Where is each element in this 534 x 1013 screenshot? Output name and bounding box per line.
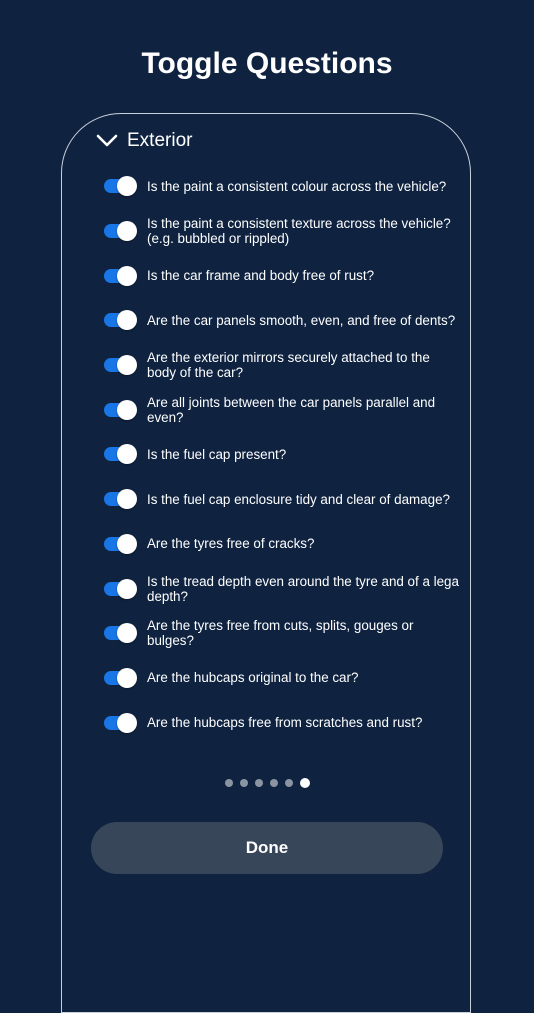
question-text-line2: body of the car? xyxy=(147,365,244,381)
done-button[interactable]: Done xyxy=(91,822,443,874)
question-item: Are the hubcaps free from scratches and … xyxy=(104,700,449,745)
question-item: Are the tyres free of cracks? xyxy=(104,522,449,567)
page-indicator xyxy=(0,778,534,788)
question-text: Are the hubcaps free from scratches and … xyxy=(147,715,422,730)
question-item: Are the tyres free from cuts, splits, go… xyxy=(104,611,449,656)
question-text-line1: Is the paint a consistent colour across … xyxy=(147,178,447,194)
toggle-knob xyxy=(117,310,137,331)
question-text: Is the paint a consistent texture across… xyxy=(147,216,451,246)
question-text-line1: Is the tread depth even around the tyre … xyxy=(147,573,459,589)
question-text-line2: depth? xyxy=(147,588,188,604)
page-dot[interactable] xyxy=(284,779,293,787)
toggle-knob xyxy=(117,623,137,644)
question-text-line2: bulges? xyxy=(147,633,194,649)
toggle-knob xyxy=(117,444,137,465)
question-item: Is the fuel cap enclosure tidy and clear… xyxy=(104,477,450,522)
toggle-knob xyxy=(117,265,137,286)
page-title: Toggle Questions xyxy=(141,47,393,80)
question-text-line1: Are the hubcaps original to the car? xyxy=(147,670,359,686)
question-toggle[interactable] xyxy=(104,355,137,376)
question-toggle[interactable] xyxy=(104,310,137,331)
page-dot[interactable] xyxy=(239,779,248,787)
question-text-line1: Are the tyres free from cuts, splits, go… xyxy=(147,618,414,634)
question-toggle[interactable] xyxy=(104,265,137,286)
question-text: Is the tread depth even around the tyre … xyxy=(147,574,459,604)
toggle-knob xyxy=(117,712,137,733)
chevron-down-icon xyxy=(96,130,118,152)
page-dot[interactable] xyxy=(224,779,233,787)
question-item: Are the hubcaps original to the car? xyxy=(104,656,449,701)
question-text: Are all joints between the car panels pa… xyxy=(147,395,435,425)
question-list: Is the paint a consistent colour across … xyxy=(104,164,459,745)
toggle-knob xyxy=(117,399,137,420)
question-toggle[interactable] xyxy=(104,533,137,554)
question-toggle[interactable] xyxy=(104,667,137,688)
page-dot-active[interactable] xyxy=(299,778,310,788)
question-text-line2: (e.g. bubbled or rippled) xyxy=(147,231,290,247)
question-text: Is the paint a consistent colour across … xyxy=(147,179,446,194)
toggle-knob xyxy=(117,578,137,599)
section-title: Exterior xyxy=(127,130,193,151)
question-item: Are the car panels smooth, even, and fre… xyxy=(104,298,455,343)
question-text-line1: Is the fuel cap present? xyxy=(147,446,287,462)
toggle-knob xyxy=(117,355,137,376)
toggle-knob xyxy=(117,221,137,242)
question-text-line1: Is the fuel cap enclosure tidy and clear… xyxy=(147,491,450,507)
toggle-knob xyxy=(117,489,137,510)
question-text-line1: Are the tyres free of cracks? xyxy=(147,536,315,552)
question-toggle[interactable] xyxy=(104,578,137,599)
toggle-knob xyxy=(117,667,137,688)
question-toggle[interactable] xyxy=(104,489,137,510)
question-item: Is the fuel cap present? xyxy=(104,432,449,477)
question-text: Are the tyres free from cuts, splits, go… xyxy=(147,618,413,648)
question-text-line1: Are the hubcaps free from scratches and … xyxy=(147,715,423,731)
question-toggle[interactable] xyxy=(104,623,137,644)
question-text-line1: Are the exterior mirrors securely attach… xyxy=(147,350,430,366)
question-text-line2: even? xyxy=(147,409,184,425)
question-item: Is the tread depth even around the tyre … xyxy=(104,566,459,611)
question-text: Is the car frame and body free of rust? xyxy=(147,268,374,283)
toggle-knob xyxy=(117,533,137,554)
page-dot[interactable] xyxy=(254,779,263,787)
question-text: Is the fuel cap enclosure tidy and clear… xyxy=(147,492,450,507)
question-text: Are the hubcaps original to the car? xyxy=(147,670,358,685)
question-item: Is the car frame and body free of rust? xyxy=(104,253,449,298)
question-item: Is the paint a consistent colour across … xyxy=(104,164,449,209)
question-toggle[interactable] xyxy=(104,444,137,465)
page-dot[interactable] xyxy=(269,779,278,787)
question-text: Are the exterior mirrors securely attach… xyxy=(147,350,430,380)
question-text: Is the fuel cap present? xyxy=(147,447,286,462)
question-toggle[interactable] xyxy=(104,399,137,420)
question-text-line1: Are the car panels smooth, even, and fre… xyxy=(147,312,456,328)
toggle-knob xyxy=(117,176,137,197)
section-header-exterior[interactable]: Exterior xyxy=(96,130,192,152)
question-text-line1: Are all joints between the car panels pa… xyxy=(147,394,436,410)
question-text: Are the car panels smooth, even, and fre… xyxy=(147,313,455,328)
question-item: Are all joints between the car panels pa… xyxy=(104,387,449,432)
question-toggle[interactable] xyxy=(104,712,137,733)
question-text-line1: Is the car frame and body free of rust? xyxy=(147,268,375,284)
question-text: Are the tyres free of cracks? xyxy=(147,536,314,551)
question-text-line1: Is the paint a consistent texture across… xyxy=(147,216,451,232)
question-item: Are the exterior mirrors securely attach… xyxy=(104,343,449,388)
question-item: Is the paint a consistent texture across… xyxy=(104,209,451,254)
question-toggle[interactable] xyxy=(104,176,137,197)
question-toggle[interactable] xyxy=(104,221,137,242)
